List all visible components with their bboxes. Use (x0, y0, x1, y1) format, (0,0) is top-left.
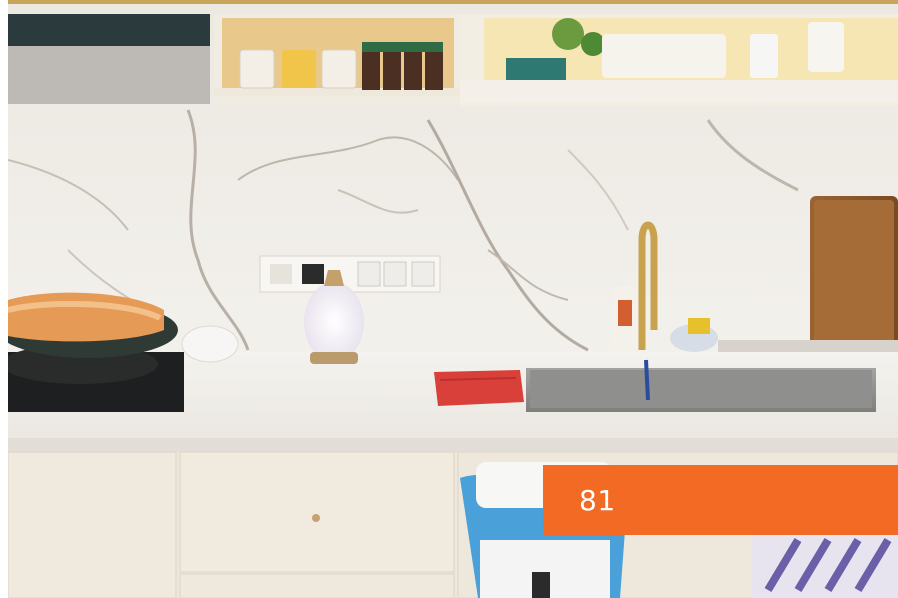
badge-label: 81 (579, 483, 616, 517)
number-badge: 81 (543, 465, 898, 535)
image-frame: 81 (0, 0, 898, 598)
